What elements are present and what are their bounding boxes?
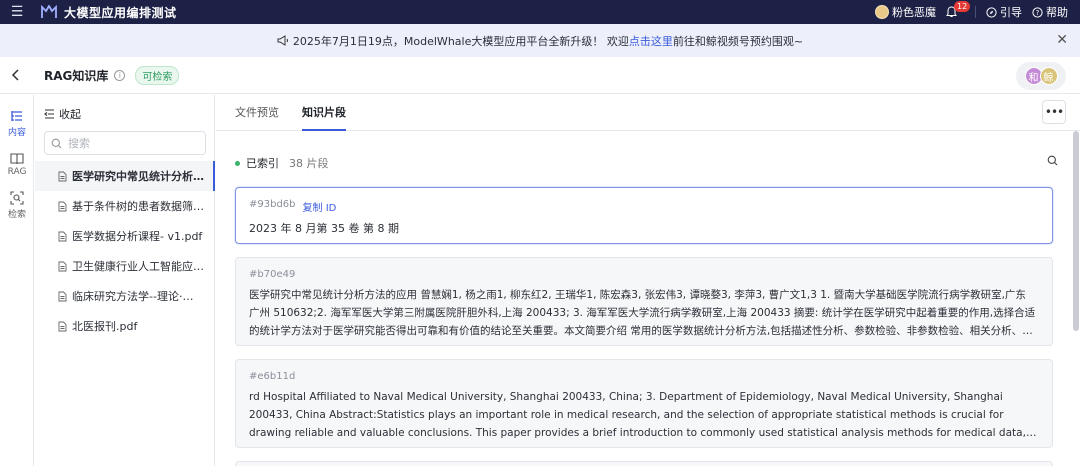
tab-bar: 文件预览 知识片段 •••	[216, 95, 1080, 131]
main-panel: 文件预览 知识片段 ••• 已索引 38 片段 #93bd6b 复制 ID 20…	[216, 95, 1080, 466]
segment-text: rd Hospital Affiliated to Naval Medical …	[249, 391, 1026, 439]
rail-item-content[interactable]: 内容	[0, 109, 34, 138]
file-icon	[58, 231, 67, 241]
list-item[interactable]: 基于条件树的患者数据筛选方法研究	[35, 191, 215, 221]
back-arrow-icon[interactable]	[0, 69, 32, 81]
announcement-text-after: 前往和鲸视频号预约围观~	[672, 34, 804, 48]
info-icon[interactable]: i	[114, 69, 126, 81]
file-name: 医学数据分析课程- v1.pdf	[72, 230, 203, 243]
notification-bell[interactable]: 12	[946, 1, 971, 18]
user-menu[interactable]: 粉色恶魔	[875, 4, 936, 20]
notification-badge: 12	[954, 1, 971, 12]
rail-item-rag[interactable]: RAG	[0, 152, 34, 177]
hamburger-menu-icon[interactable]: ☰	[0, 0, 34, 24]
file-icon	[58, 171, 67, 181]
kb-header: RAG知识库 i 可检索 和 鲸	[0, 57, 1080, 94]
status-dot	[235, 160, 240, 166]
status-badge: 可检索	[135, 65, 180, 85]
segment-text: 医学研究中常见统计分析方法的应用 曾慧娴1, 杨之雨1, 柳东红2, 王瑞华1,…	[249, 289, 1036, 337]
file-sidebar: 收起 医学研究中常见统计分析方法的应用 基于条件树的患者数据筛选方法研究 医学数…	[35, 95, 215, 466]
index-status-label: 已索引	[246, 157, 279, 170]
segment-id: #e6b11d	[249, 371, 296, 382]
segment-card[interactable]: #b70e49 医学研究中常见统计分析方法的应用 曾慧娴1, 杨之雨1, 柳东红…	[235, 257, 1053, 346]
app-title: 大模型应用编排测试	[64, 5, 177, 20]
help-icon: ?	[1032, 6, 1043, 18]
search-icon	[51, 138, 62, 148]
search-box[interactable]	[44, 131, 206, 155]
user-avatar	[875, 5, 889, 19]
help-button[interactable]: ? 帮助	[1032, 4, 1068, 20]
list-item[interactable]: 北医报刊.pdf	[35, 311, 215, 341]
search-input[interactable]	[68, 136, 198, 150]
compass-icon	[986, 6, 997, 18]
tab-file-preview[interactable]: 文件预览	[235, 104, 279, 120]
file-icon	[58, 321, 67, 331]
megaphone-icon	[277, 35, 288, 46]
announcement-bar: 2025年7月1日19点，ModelWhale大模型应用平台全新升级！ 欢迎 点…	[0, 24, 1080, 57]
kb-name: RAG知识库	[44, 68, 109, 83]
segment-text: 2023 年 8 月第 35 卷 第 8 期	[249, 222, 399, 235]
rail-item-label: 检索	[7, 210, 26, 220]
content-icon	[11, 111, 22, 121]
guide-label: 引导	[1000, 6, 1022, 19]
file-name: 医学研究中常见统计分析方法的应用	[72, 170, 204, 183]
segment-id: #93bd6b	[249, 199, 296, 210]
app-logo-icon	[40, 3, 58, 21]
rail-item-label: RAG	[7, 167, 27, 177]
file-icon	[58, 261, 67, 271]
copy-id-button[interactable]: 复制 ID	[303, 199, 337, 214]
list-item[interactable]: 卫生健康行业人工智能应用场景参考	[35, 251, 215, 281]
rail-item-label: 内容	[7, 128, 26, 138]
collapse-label: 收起	[59, 108, 81, 121]
rail-item-search[interactable]: 检索	[0, 191, 34, 220]
file-name: 临床研究方法学--理论·案例·实践	[72, 290, 204, 303]
guide-button[interactable]: 引导	[986, 4, 1022, 20]
file-name: 卫生健康行业人工智能应用场景参考	[72, 260, 204, 273]
scrollbar[interactable]	[1073, 131, 1079, 331]
svg-text:?: ?	[1036, 9, 1040, 17]
list-item[interactable]: 医学研究中常见统计分析方法的应用	[35, 161, 215, 191]
avatar: 鲸	[1039, 67, 1058, 85]
file-name: 基于条件树的患者数据筛选方法研究	[72, 200, 204, 213]
tab-knowledge-segments[interactable]: 知识片段	[302, 104, 346, 131]
search-icon[interactable]	[1047, 155, 1058, 169]
help-label: 帮助	[1046, 6, 1068, 19]
collapse-icon	[44, 109, 54, 119]
announcement-text-before: 2025年7月1日19点，ModelWhale大模型应用平台全新升级！ 欢迎	[292, 34, 629, 48]
more-options-icon[interactable]: •••	[1042, 100, 1066, 124]
announcement-link[interactable]: 点击这里	[629, 33, 673, 49]
file-name: 北医报刊.pdf	[72, 320, 138, 333]
segment-card[interactable]: #93bd6b 复制 ID 2023 年 8 月第 35 卷 第 8 期	[235, 187, 1053, 244]
list-item[interactable]: 医学数据分析课程- v1.pdf	[35, 221, 215, 251]
user-name: 粉色恶魔	[892, 6, 936, 19]
file-icon	[58, 201, 67, 211]
close-icon[interactable]: ✕	[1056, 33, 1068, 47]
book-icon	[10, 153, 24, 165]
scan-icon	[10, 191, 24, 205]
segment-id: #b70e49	[249, 269, 296, 280]
segment-card[interactable]	[235, 461, 1053, 466]
file-icon	[58, 291, 67, 301]
collaborator-avatars[interactable]: 和 鲸	[1016, 62, 1066, 90]
index-status: 已索引 38 片段	[235, 155, 329, 171]
left-rail: 内容 RAG 检索	[0, 95, 34, 466]
segment-count: 38 片段	[289, 157, 329, 170]
file-list: 医学研究中常见统计分析方法的应用 基于条件树的患者数据筛选方法研究 医学数据分析…	[35, 161, 215, 341]
list-item[interactable]: 临床研究方法学--理论·案例·实践	[35, 281, 215, 311]
collapse-button[interactable]: 收起	[44, 106, 81, 122]
top-bar: ☰ 大模型应用编排测试 粉色恶魔 12 引导 ? 帮助	[0, 0, 1080, 24]
segment-card[interactable]: #e6b11d rd Hospital Affiliated to Naval …	[235, 359, 1053, 448]
divider	[975, 6, 976, 18]
